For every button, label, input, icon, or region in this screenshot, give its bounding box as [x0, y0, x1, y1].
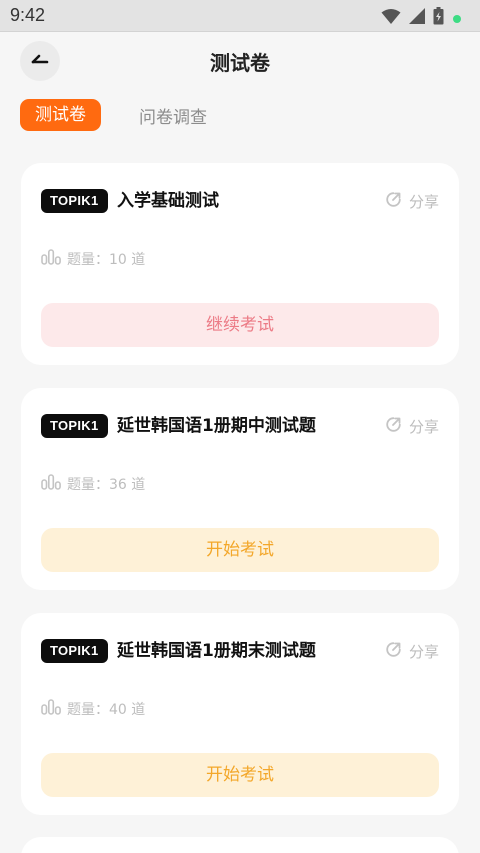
- battery-icon: [433, 7, 444, 29]
- share-button[interactable]: 分享: [385, 639, 439, 663]
- paper-card: TOPIK1 延世韩国语1册期末测试题 分享 题量：40 道 开始考试: [21, 613, 459, 815]
- paper-card-partial: [21, 837, 459, 853]
- paper-title: 延世韩国语1册期末测试题: [117, 641, 316, 661]
- question-count-label: 题量：10 道: [67, 252, 146, 268]
- app-header: 测试卷: [0, 33, 480, 88]
- paper-title: 入学基础测试: [117, 191, 219, 211]
- page-title: 测试卷: [210, 51, 270, 75]
- share-button[interactable]: 分享: [385, 414, 439, 438]
- share-icon: [385, 416, 402, 437]
- status-time: 9:42: [10, 5, 46, 25]
- share-icon: [385, 191, 402, 212]
- tab-test-paper[interactable]: 测试卷: [20, 99, 101, 131]
- share-label: 分享: [408, 642, 439, 661]
- level-badge: TOPIK1: [41, 639, 108, 663]
- paper-title: 延世韩国语1册期中测试题: [117, 416, 316, 436]
- level-badge: TOPIK1: [41, 189, 108, 213]
- signal-icon: [409, 8, 425, 28]
- share-button[interactable]: 分享: [385, 189, 439, 213]
- start-exam-button[interactable]: 开始考试: [41, 753, 439, 797]
- question-count: 题量：40 道: [41, 699, 145, 719]
- paper-card: TOPIK1 入学基础测试 分享 题量：10 道 继续考试: [21, 163, 459, 365]
- status-icons: [381, 7, 462, 29]
- tab-bar: 测试卷 问卷调查: [20, 99, 207, 131]
- question-count: 题量：10 道: [41, 249, 145, 269]
- share-label: 分享: [408, 192, 439, 211]
- tab-survey[interactable]: 问卷调查: [139, 103, 207, 128]
- start-exam-button[interactable]: 开始考试: [41, 528, 439, 572]
- continue-exam-button[interactable]: 继续考试: [41, 303, 439, 347]
- question-count-label: 题量：36 道: [67, 477, 146, 493]
- question-count: 题量：36 道: [41, 474, 145, 494]
- share-label: 分享: [408, 417, 439, 436]
- question-count-label: 题量：40 道: [67, 702, 146, 718]
- wifi-icon: [381, 8, 401, 29]
- bar-chart-icon: [41, 474, 61, 494]
- bar-chart-icon: [41, 249, 61, 269]
- bar-chart-icon: [41, 699, 61, 719]
- status-bar: 9:42: [0, 0, 480, 32]
- level-badge: TOPIK1: [41, 414, 108, 438]
- share-icon: [385, 641, 402, 662]
- paper-card: TOPIK1 延世韩国语1册期中测试题 分享 题量：36 道 开始考试: [21, 388, 459, 590]
- notification-dot-icon: [452, 9, 462, 28]
